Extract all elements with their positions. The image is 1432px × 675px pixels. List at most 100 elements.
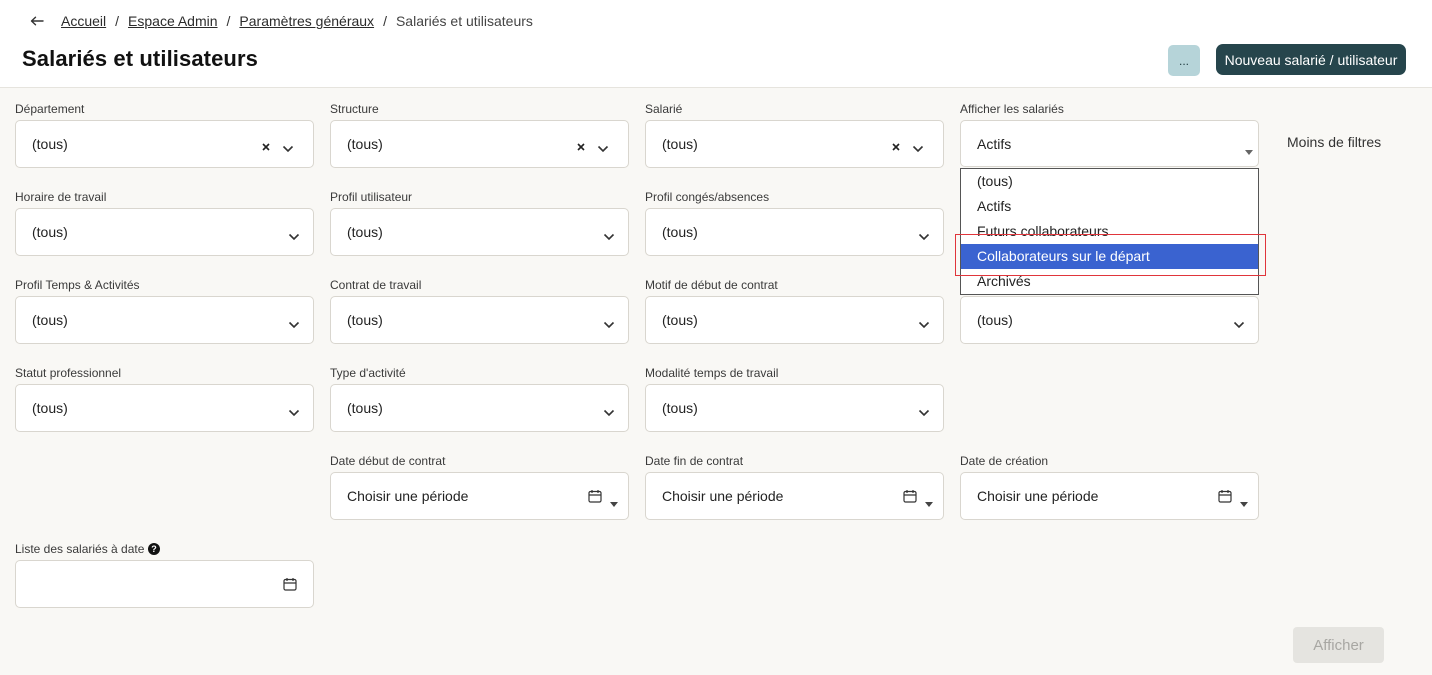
salarie-select[interactable]: (tous)	[645, 120, 944, 168]
chevron-down-icon	[288, 316, 300, 329]
profil-temps-select[interactable]: (tous)	[15, 296, 314, 344]
chevron-down-icon	[918, 228, 930, 241]
dropdown-option-archives[interactable]: Archivés	[961, 269, 1258, 294]
caret-down-icon	[925, 494, 933, 507]
breadcrumb-link-accueil[interactable]: Accueil	[61, 13, 106, 29]
afficher-button[interactable]: Afficher	[1293, 627, 1384, 663]
date-debut-value: Choisir une période	[347, 488, 469, 504]
modalite-label: Modalité temps de travail	[645, 366, 779, 380]
profil-conges-value: (tous)	[662, 224, 698, 240]
caret-down-icon	[1245, 142, 1253, 155]
statut-label: Statut professionnel	[15, 366, 122, 380]
statut-value: (tous)	[32, 400, 68, 416]
breadcrumb-current: Salariés et utilisateurs	[395, 13, 533, 29]
departement-value: (tous)	[32, 136, 68, 152]
profil-utilisateur-label: Profil utilisateur	[330, 190, 413, 204]
date-creation-value: Choisir une période	[977, 488, 1099, 504]
chevron-down-icon	[603, 404, 615, 417]
structure-label: Structure	[330, 102, 379, 116]
caret-down-icon	[1240, 494, 1248, 507]
chevron-down-icon	[912, 140, 924, 153]
horaire-label: Horaire de travail	[15, 190, 107, 204]
calendar-icon	[1218, 489, 1232, 503]
departement-label: Département	[15, 102, 85, 116]
chevron-down-icon	[597, 140, 609, 153]
dropdown-option-depart[interactable]: Collaborateurs sur le départ	[961, 244, 1258, 269]
profil-conges-label: Profil congés/absences	[645, 190, 770, 204]
new-employee-button[interactable]: Nouveau salarié / utilisateur	[1216, 44, 1406, 75]
clear-icon[interactable]	[576, 139, 586, 151]
page-title: Salariés et utilisateurs	[22, 46, 258, 71]
breadcrumb-separator: /	[383, 13, 387, 29]
svg-text:?: ?	[152, 544, 158, 554]
type-activite-label: Type d'activité	[330, 366, 406, 380]
chevron-down-icon	[288, 404, 300, 417]
departement-select[interactable]: (tous)	[15, 120, 314, 168]
structure-select[interactable]: (tous)	[330, 120, 629, 168]
hidden-filter-select[interactable]: (tous)	[960, 296, 1259, 344]
type-activite-value: (tous)	[347, 400, 383, 416]
structure-value: (tous)	[347, 136, 383, 152]
afficher-salaries-label: Afficher les salariés	[960, 102, 1064, 116]
liste-date-picker[interactable]	[15, 560, 314, 608]
salarie-label: Salarié	[645, 102, 683, 116]
profil-temps-label: Profil Temps & Activités	[15, 278, 140, 292]
hidden-filter-value: (tous)	[977, 312, 1013, 328]
horaire-select[interactable]: (tous)	[15, 208, 314, 256]
profil-utilisateur-select[interactable]: (tous)	[330, 208, 629, 256]
calendar-icon	[283, 577, 297, 591]
modalite-select[interactable]: (tous)	[645, 384, 944, 432]
calendar-icon	[903, 489, 917, 503]
profil-utilisateur-value: (tous)	[347, 224, 383, 240]
breadcrumb-separator: /	[226, 13, 231, 29]
breadcrumb-link-parametres-generaux[interactable]: Paramètres généraux	[239, 13, 374, 29]
page-header: Accueil / Espace Admin / Paramètres géné…	[0, 0, 1432, 88]
date-debut-label: Date début de contrat	[330, 454, 446, 468]
afficher-salaries-dropdown: (tous) Actifs Futurs collaborateurs Coll…	[960, 168, 1259, 295]
date-debut-picker[interactable]: Choisir une période	[330, 472, 629, 520]
dropdown-option-actifs[interactable]: Actifs	[961, 194, 1258, 219]
salarie-value: (tous)	[662, 136, 698, 152]
afficher-salaries-select[interactable]: Actifs	[960, 120, 1259, 167]
contrat-label: Contrat de travail	[330, 278, 422, 292]
breadcrumb-separator: /	[115, 13, 120, 29]
date-creation-label: Date de création	[960, 454, 1049, 468]
modalite-value: (tous)	[662, 400, 698, 416]
afficher-salaries-value: Actifs	[977, 136, 1012, 152]
dropdown-option-tous[interactable]: (tous)	[961, 169, 1258, 194]
type-activite-select[interactable]: (tous)	[330, 384, 629, 432]
more-actions-button[interactable]: ...	[1168, 45, 1200, 76]
date-fin-label: Date fin de contrat	[645, 454, 744, 468]
back-arrow-icon[interactable]	[30, 14, 48, 28]
chevron-down-icon	[288, 228, 300, 241]
profil-temps-value: (tous)	[32, 312, 68, 328]
motif-label: Motif de début de contrat	[645, 278, 778, 292]
caret-down-icon	[610, 494, 618, 507]
date-creation-picker[interactable]: Choisir une période	[960, 472, 1259, 520]
contrat-value: (tous)	[347, 312, 383, 328]
profil-conges-select[interactable]: (tous)	[645, 208, 944, 256]
date-fin-picker[interactable]: Choisir une période	[645, 472, 944, 520]
clear-icon[interactable]	[261, 139, 271, 151]
chevron-down-icon	[918, 404, 930, 417]
dropdown-option-futurs[interactable]: Futurs collaborateurs	[961, 219, 1258, 244]
chevron-down-icon	[603, 228, 615, 241]
motif-select[interactable]: (tous)	[645, 296, 944, 344]
statut-select[interactable]: (tous)	[15, 384, 314, 432]
horaire-value: (tous)	[32, 224, 68, 240]
less-filters-link[interactable]: Moins de filtres	[1287, 134, 1381, 150]
chevron-down-icon	[603, 316, 615, 329]
help-icon[interactable]: ?	[148, 543, 161, 555]
clear-icon[interactable]	[891, 139, 901, 151]
chevron-down-icon	[918, 316, 930, 329]
motif-value: (tous)	[662, 312, 698, 328]
breadcrumb-link-espace-admin[interactable]: Espace Admin	[128, 13, 218, 29]
liste-date-label-text: Liste des salariés à date	[15, 542, 145, 556]
chevron-down-icon	[282, 140, 294, 153]
contrat-select[interactable]: (tous)	[330, 296, 629, 344]
calendar-icon	[588, 489, 602, 503]
breadcrumb: Accueil / Espace Admin / Paramètres géné…	[30, 11, 533, 31]
liste-date-label: Liste des salariés à date ?	[15, 542, 161, 556]
date-fin-value: Choisir une période	[662, 488, 784, 504]
chevron-down-icon	[1233, 316, 1245, 329]
